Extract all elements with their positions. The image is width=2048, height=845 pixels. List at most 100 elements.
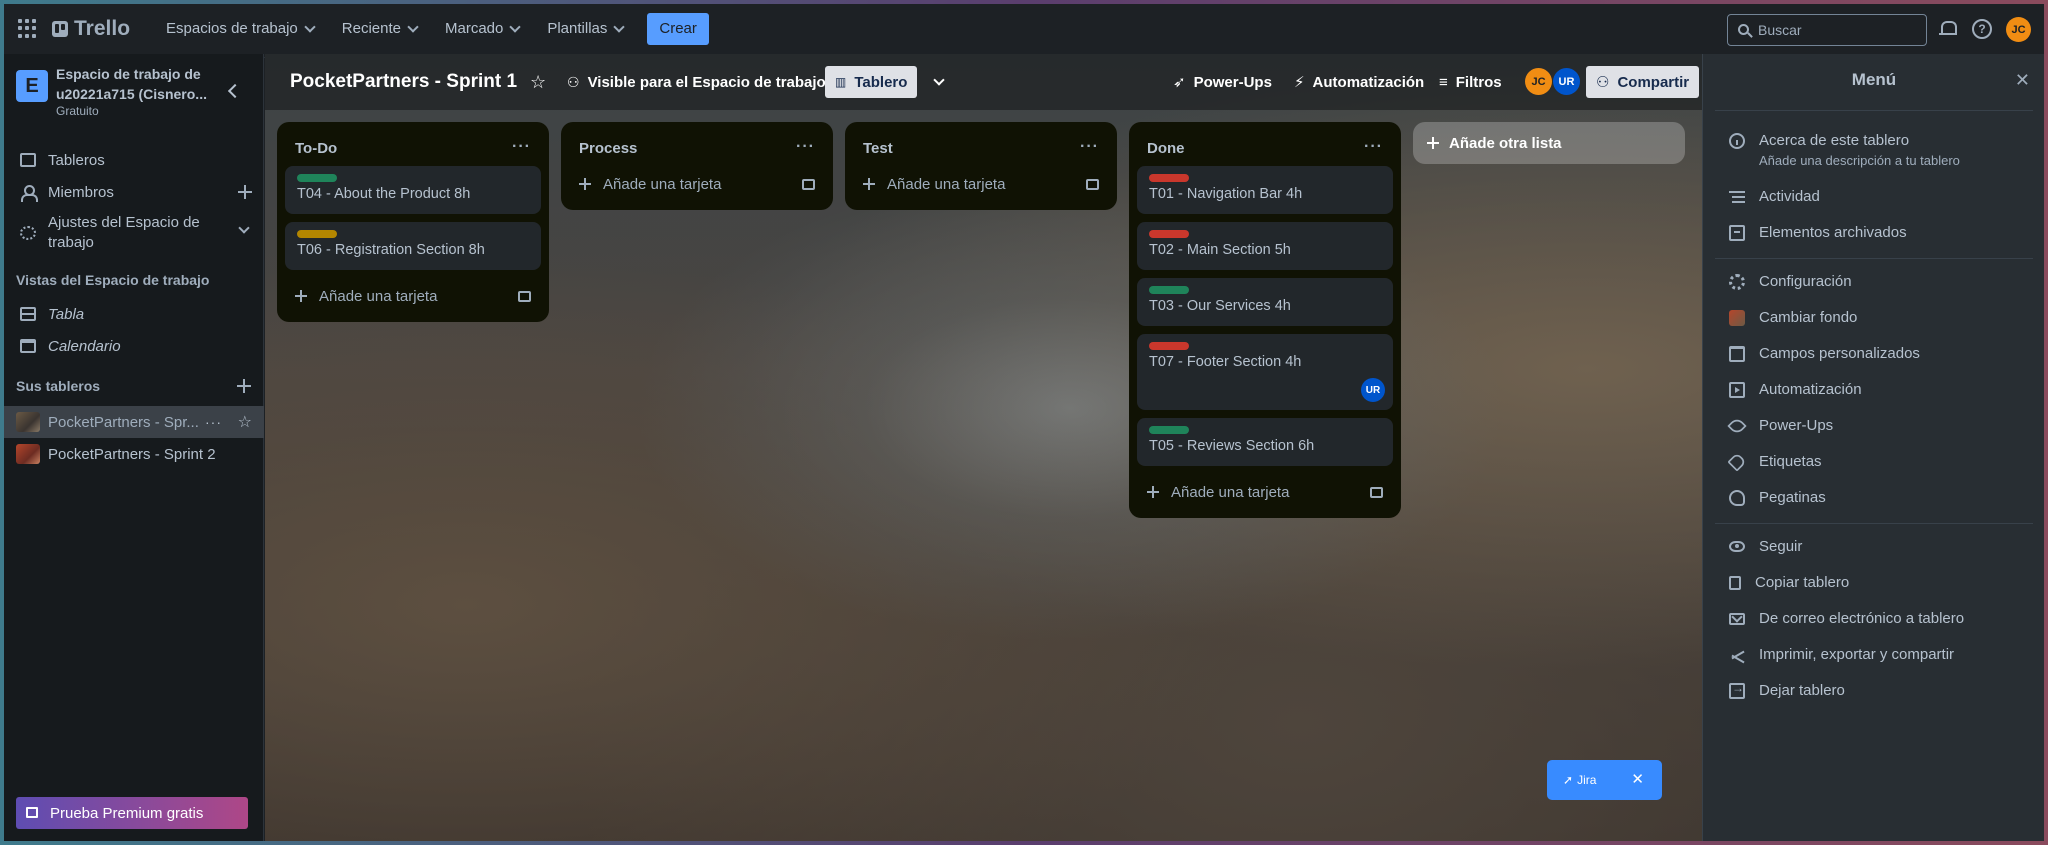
menu-item-activity[interactable]: Actividad [1729,188,1820,205]
workspace-badge: E [16,70,48,102]
workspace-header[interactable]: E Espacio de trabajo de u20221a715 (Cisn… [4,54,263,122]
add-card-button[interactable]: Añade una tarjeta [853,166,1109,202]
sidebar-item-members[interactable]: Miembros [4,176,264,208]
add-board-icon[interactable] [237,379,251,393]
list-options-icon[interactable]: ··· [1364,139,1383,155]
card[interactable]: T03 - Our Services 4h [1137,278,1393,326]
card[interactable]: T07 - Footer Section 4h UR [1137,334,1393,410]
power-ups-button[interactable]: ➶ Power-Ups [1163,66,1282,98]
create-from-template-icon[interactable] [802,179,815,190]
add-card-button[interactable]: Añade una tarjeta [285,278,541,314]
gear-icon [20,226,36,240]
card-title: T06 - Registration Section 8h [297,242,485,258]
share-icon [1729,647,1745,663]
menu-item-watch[interactable]: Seguir [1729,538,1802,555]
create-from-template-icon[interactable] [518,291,531,302]
sidebar-board-sprint-1[interactable]: PocketPartners - Spr... ··· ☆ [4,406,264,438]
menu-item-email-to-board[interactable]: De correo electrónico a tablero [1729,610,1964,627]
sidebar-board-sprint-2[interactable]: PocketPartners - Sprint 2 [4,438,264,470]
close-icon[interactable]: ✕ [2015,70,2030,91]
automation-icon [1729,381,1745,398]
list-options-icon[interactable]: ··· [512,139,531,155]
divider [1715,110,2033,111]
close-icon[interactable]: ✕ [1631,770,1644,788]
premium-trial-button[interactable]: Prueba Premium gratis [16,797,248,829]
card[interactable]: T05 - Reviews Section 6h [1137,418,1393,466]
sidebar-item-boards[interactable]: Tableros [4,144,264,176]
menu-item-change-background[interactable]: Cambiar fondo [1729,309,1857,326]
card-title: T02 - Main Section 5h [1149,242,1291,258]
plus-icon [579,178,591,190]
star-icon[interactable]: ☆ [238,412,252,432]
list-done: Done ··· T01 - Navigation Bar 4h T02 - Ma… [1129,122,1401,518]
search-input[interactable]: Buscar [1727,14,1927,46]
list-test: Test ··· Añade una tarjeta [845,122,1117,210]
list-options-icon[interactable]: ··· [1080,139,1099,155]
app-switcher-icon[interactable] [18,18,38,39]
view-switcher-dropdown[interactable] [925,66,953,98]
sidebar-item-table-view[interactable]: Tabla [4,298,264,330]
automation-button[interactable]: ⚡ Automatización [1284,66,1434,98]
card[interactable]: T02 - Main Section 5h [1137,222,1393,270]
star-board-button[interactable]: ☆ [520,66,556,98]
list-title[interactable]: To-Do [295,140,337,157]
sidebar-item-calendar-view[interactable]: Calendario [4,330,264,362]
board-title[interactable]: PocketPartners - Sprint 1 [290,71,517,93]
plus-icon [1427,137,1439,149]
list-title[interactable]: Process [579,140,637,157]
menu-item-custom-fields[interactable]: Campos personalizados [1729,345,1920,362]
nav-templates-dropdown[interactable]: Plantillas [533,13,637,45]
create-from-template-icon[interactable] [1370,487,1383,498]
menu-item-settings[interactable]: Configuración [1729,273,1852,290]
filter-icon: ≡ [1439,73,1448,91]
card-label [297,230,337,238]
menu-item-print-export-share[interactable]: Imprimir, exportar y compartir [1729,646,1954,663]
add-card-button[interactable]: Añade una tarjeta [1137,474,1393,510]
nav-recent-dropdown[interactable]: Reciente [328,13,431,45]
leave-icon [1729,681,1745,699]
menu-item-labels[interactable]: Etiquetas [1727,451,1822,472]
card[interactable]: T04 - About the Product 8h [285,166,541,214]
card[interactable]: T06 - Registration Section 8h [285,222,541,270]
copy-icon [1729,575,1741,590]
list-options-icon[interactable]: ··· [796,139,815,155]
share-button[interactable]: ⚇ Compartir [1586,66,1700,98]
chevron-down-icon [613,20,626,33]
menu-item-copy-board[interactable]: Copiar tablero [1729,574,1849,591]
menu-item-about[interactable]: Acerca de este tablero [1729,132,1909,149]
list-title[interactable]: Test [863,140,893,157]
your-boards-heading: Sus tableros [16,378,101,394]
menu-item-leave-board[interactable]: Dejar tablero [1729,681,1845,699]
add-card-button[interactable]: Añade una tarjeta [569,166,825,202]
help-icon[interactable]: ? [1972,19,1992,39]
card-member-avatar[interactable]: UR [1361,378,1385,402]
nav-starred-dropdown[interactable]: Marcado [431,13,533,45]
menu-item-archived[interactable]: Elementos archivados [1729,224,1907,241]
jira-banner[interactable]: ➚ Jira ✕ [1547,760,1662,800]
create-from-template-icon[interactable] [1086,179,1099,190]
card-title: T03 - Our Services 4h [1149,298,1291,314]
add-list-button[interactable]: Añade otra lista [1413,122,1685,164]
board-view-button[interactable]: ▥ Tablero [825,66,918,98]
add-member-icon[interactable] [238,185,252,199]
nav-workspaces-dropdown[interactable]: Espacios de trabajo [152,13,328,45]
create-button[interactable]: Crear [647,12,709,45]
card[interactable]: T01 - Navigation Bar 4h [1137,166,1393,214]
trello-logo[interactable]: Trello [52,17,130,41]
member-avatar[interactable]: JC [1525,68,1552,95]
plus-icon [1147,486,1159,498]
member-avatar[interactable]: UR [1553,68,1580,95]
notifications-bell-icon[interactable] [1937,19,1957,39]
more-options-icon[interactable]: ··· [205,414,222,430]
filters-button[interactable]: ≡ Filtros [1429,66,1512,98]
menu-item-stickers[interactable]: Pegatinas [1729,489,1826,506]
menu-item-power-ups[interactable]: Power-Ups [1727,415,1833,436]
visibility-button[interactable]: ⚇ Visible para el Espacio de trabajo [557,66,836,98]
sidebar-item-settings[interactable]: Ajustes del Espacio de trabajo [4,210,264,256]
star-icon: ☆ [530,71,547,92]
tag-icon [1727,451,1747,472]
list-title[interactable]: Done [1147,140,1185,157]
plus-icon [863,178,875,190]
menu-item-automation[interactable]: Automatización [1729,381,1862,398]
user-avatar[interactable]: JC [2006,17,2031,42]
